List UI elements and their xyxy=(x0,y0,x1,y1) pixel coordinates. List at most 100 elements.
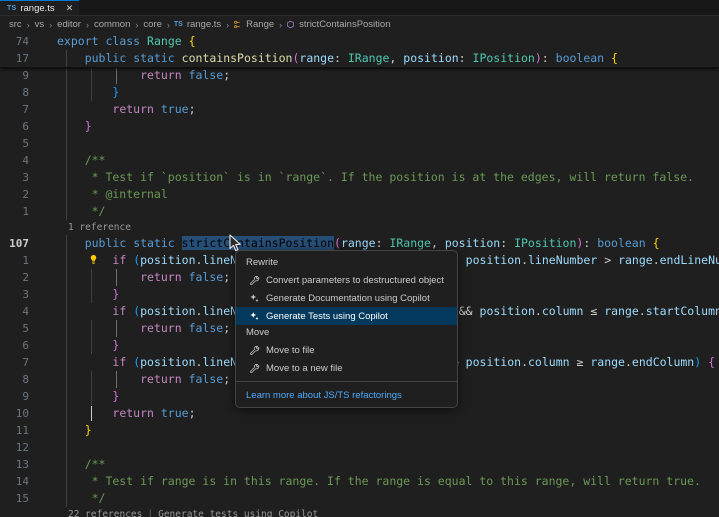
sticky-line-method[interactable]: 17 public static containsPosition(range:… xyxy=(0,50,719,67)
line-number: 5 xyxy=(22,322,29,335)
code-line[interactable]: 7 return true; xyxy=(0,101,719,118)
learn-more-link[interactable]: Learn more about JS/TS refactorings xyxy=(246,390,402,401)
breadcrumb-item-core[interactable]: core xyxy=(142,19,162,30)
codelens-bottom: 22 references | Generate tests using Cop… xyxy=(0,507,719,517)
gutter-slot xyxy=(40,252,57,269)
line-content: } xyxy=(57,118,719,135)
menu-item-label: Generate Tests using Copilot xyxy=(266,310,388,322)
gutter-slot xyxy=(40,473,57,490)
code-line[interactable]: 8 } xyxy=(0,84,719,101)
line-content xyxy=(57,135,719,152)
line-content: } xyxy=(57,422,719,439)
breadcrumb-item-src[interactable]: src xyxy=(8,19,23,30)
lightbulb-icon[interactable] xyxy=(40,235,97,264)
wrench-icon xyxy=(246,275,262,286)
menu-group-title-move: Move xyxy=(246,327,270,338)
line-number: 15 xyxy=(15,492,29,505)
code-line[interactable]: 12 xyxy=(0,439,719,456)
line-number: 7 xyxy=(22,103,29,116)
breadcrumb: src › vs › editor › common › core › TS r… xyxy=(0,16,719,33)
code-line[interactable]: 13 /** xyxy=(0,456,719,473)
line-content: */ xyxy=(57,203,106,220)
breadcrumb-separator: › xyxy=(135,19,139,30)
line-content: public static containsPosition(range: IR… xyxy=(57,50,719,67)
line-number: 9 xyxy=(22,69,29,82)
line-number: 17 xyxy=(15,52,29,65)
breadcrumb-label: Range xyxy=(246,19,275,30)
menu-item-generate-documentation[interactable]: Generate Documentation using Copilot xyxy=(236,289,457,307)
menu-item-generate-tests[interactable]: Generate Tests using Copilot xyxy=(236,307,457,325)
code-line[interactable]: 11 } xyxy=(0,422,719,439)
codelens-top: 1 reference xyxy=(0,220,719,235)
breadcrumb-item-range-ts[interactable]: TS range.ts xyxy=(174,19,222,30)
menu-item-convert-parameters[interactable]: Convert parameters to destructured objec… xyxy=(236,271,457,289)
gutter-slot xyxy=(40,101,57,118)
line-content: */ xyxy=(57,490,106,507)
code-line[interactable]: 15 */ xyxy=(0,490,719,507)
tab-range-ts[interactable]: TS range.ts ✕ xyxy=(0,0,80,15)
wrench-icon xyxy=(246,345,262,356)
codelens-generate-tests-link[interactable]: Generate tests using Copilot xyxy=(158,507,318,517)
breadcrumb-separator: › xyxy=(85,19,89,30)
menu-item-move-to-new-file[interactable]: Move to a new file xyxy=(236,359,457,377)
line-number: 3 xyxy=(22,288,29,301)
breadcrumb-separator: › xyxy=(49,19,53,30)
code-line[interactable]: 4 /** xyxy=(0,152,719,169)
gutter-slot xyxy=(40,186,57,203)
menu-item-label: Move to file xyxy=(266,344,315,356)
gutter-slot xyxy=(40,118,57,135)
code-line[interactable]: 6 } xyxy=(0,118,719,135)
typescript-file-icon: TS xyxy=(7,4,17,12)
gutter-slot xyxy=(40,84,57,101)
gutter-slot xyxy=(40,337,57,354)
code-line[interactable]: 1 */ xyxy=(0,203,719,220)
breadcrumb-item-editor[interactable]: editor xyxy=(56,19,82,30)
breadcrumb-item-strictcontainsposition[interactable]: strictContainsPosition xyxy=(286,19,391,30)
gutter-slot xyxy=(40,50,57,67)
line-number: 1 xyxy=(22,254,29,267)
line-content: return true; xyxy=(57,101,719,118)
gutter-slot xyxy=(40,169,57,186)
codelens-references-link[interactable]: 22 references xyxy=(68,507,142,517)
codelens-references-link[interactable]: 1 reference xyxy=(68,220,131,235)
line-number: 9 xyxy=(22,390,29,403)
line-content: * Test if range is in this range. If the… xyxy=(57,473,701,490)
sticky-line-class[interactable]: 74 export class Range { xyxy=(0,33,719,50)
close-icon[interactable]: ✕ xyxy=(66,3,74,13)
selected-identifier[interactable]: strictContainsPosition xyxy=(181,236,334,250)
line-content: /** xyxy=(57,152,106,169)
gutter-slot xyxy=(40,135,57,152)
breadcrumb-item-common[interactable]: common xyxy=(93,19,131,30)
line-content: } xyxy=(57,84,719,101)
line-number: 6 xyxy=(22,120,29,133)
gutter-slot xyxy=(40,490,57,507)
line-content: export class Range { xyxy=(57,34,196,48)
breadcrumb-separator: › xyxy=(26,19,30,30)
line-number: 2 xyxy=(22,271,29,284)
class-symbol-icon xyxy=(233,20,242,29)
line-content: * @internal xyxy=(57,186,168,203)
breadcrumb-item-range-class[interactable]: Range xyxy=(233,19,275,30)
breadcrumb-separator: › xyxy=(166,19,170,30)
code-line[interactable]: 9 return false; xyxy=(0,67,719,84)
code-line[interactable]: 14 * Test if range is in this range. If … xyxy=(0,473,719,490)
code-line[interactable]: 5 xyxy=(0,135,719,152)
line-number-current: 107 xyxy=(9,237,29,250)
line-number: 2 xyxy=(22,188,29,201)
codelens-separator: | xyxy=(147,509,154,517)
menu-item-label: Convert parameters to destructured objec… xyxy=(266,274,444,286)
menu-item-move-to-file[interactable]: Move to file xyxy=(236,341,457,359)
breadcrumb-item-vs[interactable]: vs xyxy=(34,19,46,30)
code-action-context-menu[interactable]: Rewrite Convert parameters to destructur… xyxy=(235,250,458,408)
line-number: 12 xyxy=(15,441,29,454)
line-number: 6 xyxy=(22,339,29,352)
line-number: 14 xyxy=(15,475,29,488)
line-content: /** xyxy=(57,456,106,473)
breadcrumb-separator: › xyxy=(226,19,230,30)
code-line[interactable]: 3 * Test if `position` is in `range`. If… xyxy=(0,169,719,186)
breadcrumb-label: range.ts xyxy=(186,19,222,30)
code-line[interactable]: 2 * @internal xyxy=(0,186,719,203)
method-symbol-icon xyxy=(286,20,295,29)
gutter-slot xyxy=(40,33,57,50)
sparkle-icon xyxy=(246,293,262,304)
